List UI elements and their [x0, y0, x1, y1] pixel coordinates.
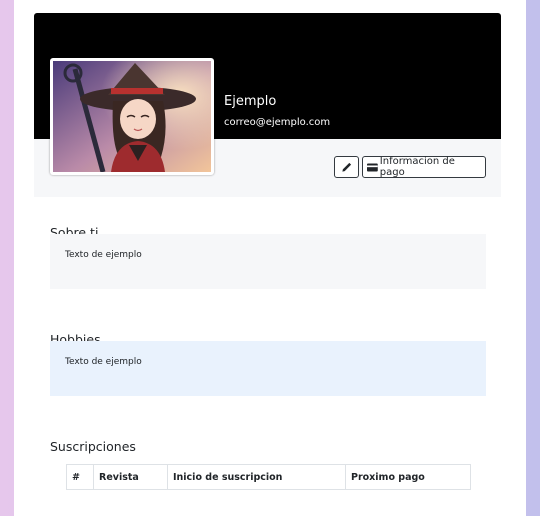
avatar — [50, 58, 214, 175]
about-text: Texto de ejemplo — [65, 250, 142, 260]
profile-name: Ejemplo — [224, 94, 277, 109]
subscriptions-title: Suscripciones — [50, 439, 136, 454]
column-header-start-date[interactable]: Inicio de suscripcion — [168, 465, 346, 489]
column-header-magazine[interactable]: Revista — [94, 465, 168, 489]
subscriptions-table: # Revista Inicio de suscripcion Proximo … — [66, 464, 471, 490]
edit-profile-button[interactable] — [334, 156, 359, 178]
avatar-image — [53, 61, 211, 172]
top-strip — [14, 0, 526, 10]
payment-info-label: Informacion de pago — [379, 156, 455, 178]
credit-card-icon — [367, 162, 378, 172]
hobbies-box: Texto de ejemplo — [50, 341, 486, 396]
pencil-icon — [342, 162, 352, 172]
hobbies-text: Texto de ejemplo — [65, 357, 142, 367]
column-header-next-payment[interactable]: Proximo pago — [346, 465, 470, 489]
profile-email: correo@ejemplo.com — [224, 117, 331, 128]
about-box: Texto de ejemplo — [50, 234, 486, 289]
payment-info-button[interactable]: Informacion de pago — [362, 156, 486, 178]
column-header-number[interactable]: # — [67, 465, 94, 489]
